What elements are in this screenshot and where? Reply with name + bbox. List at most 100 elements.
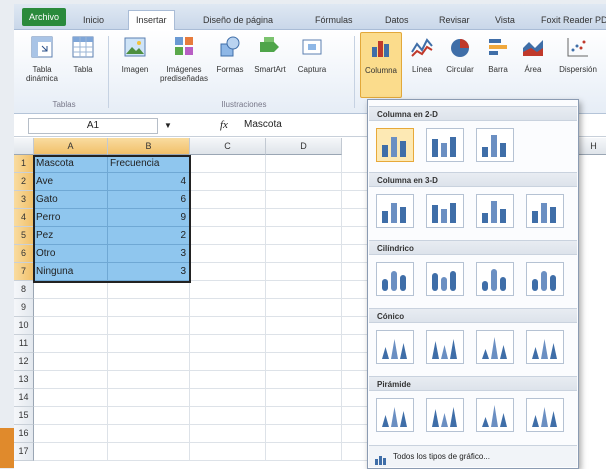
- tab-formulas[interactable]: Fórmulas: [308, 11, 360, 30]
- cell[interactable]: [266, 245, 342, 263]
- cell[interactable]: [190, 317, 266, 335]
- row-header[interactable]: 7: [14, 263, 34, 281]
- row-header[interactable]: 13: [14, 371, 34, 389]
- cell[interactable]: [190, 353, 266, 371]
- cell[interactable]: [34, 317, 108, 335]
- cell-frecuencia[interactable]: 9: [108, 209, 190, 227]
- row-header[interactable]: 10: [14, 317, 34, 335]
- tabla-dinamica-button[interactable]: Tabla dinámica: [22, 34, 62, 83]
- cell[interactable]: [108, 281, 190, 299]
- chart-subtype-option[interactable]: [426, 262, 464, 296]
- cell[interactable]: [108, 407, 190, 425]
- header-cell-frecuencia[interactable]: Frecuencia: [108, 155, 190, 173]
- fx-icon[interactable]: fx: [220, 119, 228, 131]
- chart-subtype-option[interactable]: [476, 262, 514, 296]
- cell[interactable]: [108, 425, 190, 443]
- cell[interactable]: [34, 281, 108, 299]
- cell[interactable]: [266, 155, 342, 173]
- cell[interactable]: [190, 425, 266, 443]
- cell[interactable]: [190, 245, 266, 263]
- dispersion-button[interactable]: Dispersión: [552, 34, 604, 74]
- row-header[interactable]: 11: [14, 335, 34, 353]
- tab-datos[interactable]: Datos: [378, 11, 416, 30]
- chart-subtype-option[interactable]: [376, 330, 414, 364]
- cell[interactable]: [266, 371, 342, 389]
- row-header[interactable]: 2: [14, 173, 34, 191]
- cell[interactable]: [190, 281, 266, 299]
- cell[interactable]: [190, 173, 266, 191]
- row-header[interactable]: 17: [14, 443, 34, 461]
- cell[interactable]: [266, 263, 342, 281]
- row-header[interactable]: 6: [14, 245, 34, 263]
- cell[interactable]: [190, 389, 266, 407]
- chart-subtype-option[interactable]: [526, 330, 564, 364]
- smartart-button[interactable]: SmartArt: [248, 34, 292, 74]
- tabla-button[interactable]: Tabla: [64, 34, 102, 74]
- imagenes-predisenadas-button[interactable]: Imágenes prediseñadas: [158, 34, 210, 83]
- cell[interactable]: [266, 335, 342, 353]
- cell[interactable]: [190, 299, 266, 317]
- cell-frecuencia[interactable]: 3: [108, 245, 190, 263]
- row-header[interactable]: 14: [14, 389, 34, 407]
- circular-button[interactable]: Circular: [440, 34, 480, 74]
- chart-subtype-option[interactable]: [376, 128, 414, 162]
- chart-subtype-option[interactable]: [376, 262, 414, 296]
- cell-mascota[interactable]: Ave: [34, 173, 108, 191]
- chart-subtype-option[interactable]: [526, 398, 564, 432]
- cell-frecuencia[interactable]: 4: [108, 173, 190, 191]
- all-chart-types-link[interactable]: Todos los tipos de gráfico...: [369, 445, 577, 467]
- cell-mascota[interactable]: Perro: [34, 209, 108, 227]
- select-all-corner[interactable]: [14, 138, 34, 155]
- row-header[interactable]: 12: [14, 353, 34, 371]
- row-header[interactable]: 4: [14, 209, 34, 227]
- tab-archivo[interactable]: Archivo: [22, 8, 67, 26]
- tab-inicio[interactable]: Inicio: [76, 11, 111, 30]
- cell[interactable]: [266, 191, 342, 209]
- cell[interactable]: [266, 173, 342, 191]
- formas-button[interactable]: Formas: [212, 34, 248, 74]
- tab-foxit[interactable]: Foxit Reader PDF: [534, 11, 606, 30]
- cell-frecuencia[interactable]: 3: [108, 263, 190, 281]
- barra-button[interactable]: Barra: [482, 34, 514, 74]
- cell[interactable]: [266, 299, 342, 317]
- column-header-d[interactable]: D: [266, 138, 342, 155]
- chart-subtype-option[interactable]: [426, 330, 464, 364]
- cell-frecuencia[interactable]: 2: [108, 227, 190, 245]
- formula-input[interactable]: Mascota: [244, 119, 282, 130]
- row-header[interactable]: 1: [14, 155, 34, 173]
- row-header[interactable]: 3: [14, 191, 34, 209]
- row-header[interactable]: 16: [14, 425, 34, 443]
- name-box[interactable]: A1: [28, 118, 158, 134]
- area-button[interactable]: Área: [516, 34, 550, 74]
- cell[interactable]: [266, 281, 342, 299]
- row-header[interactable]: 15: [14, 407, 34, 425]
- cell[interactable]: [190, 227, 266, 245]
- chart-subtype-option[interactable]: [426, 194, 464, 228]
- captura-button[interactable]: Captura: [292, 34, 332, 74]
- chart-subtype-option[interactable]: [476, 128, 514, 162]
- cell[interactable]: [266, 317, 342, 335]
- tab-diseno-pagina[interactable]: Diseño de página: [196, 11, 280, 30]
- chart-subtype-option[interactable]: [476, 194, 514, 228]
- chart-subtype-option[interactable]: [476, 330, 514, 364]
- tab-vista[interactable]: Vista: [488, 11, 522, 30]
- cell[interactable]: [266, 389, 342, 407]
- cell[interactable]: [34, 407, 108, 425]
- column-header-c[interactable]: C: [190, 138, 266, 155]
- cell[interactable]: [190, 263, 266, 281]
- cell[interactable]: [266, 425, 342, 443]
- cell[interactable]: [190, 191, 266, 209]
- chevron-down-icon[interactable]: ▼: [164, 121, 172, 130]
- tab-revisar[interactable]: Revisar: [432, 11, 477, 30]
- cell[interactable]: [34, 299, 108, 317]
- chart-subtype-option[interactable]: [426, 128, 464, 162]
- cell[interactable]: [108, 299, 190, 317]
- cell[interactable]: [34, 353, 108, 371]
- cell[interactable]: [108, 335, 190, 353]
- cell[interactable]: [266, 407, 342, 425]
- cell[interactable]: [266, 353, 342, 371]
- cell[interactable]: [108, 389, 190, 407]
- cell[interactable]: [190, 335, 266, 353]
- cell[interactable]: [266, 443, 342, 461]
- linea-button[interactable]: Línea: [406, 34, 438, 74]
